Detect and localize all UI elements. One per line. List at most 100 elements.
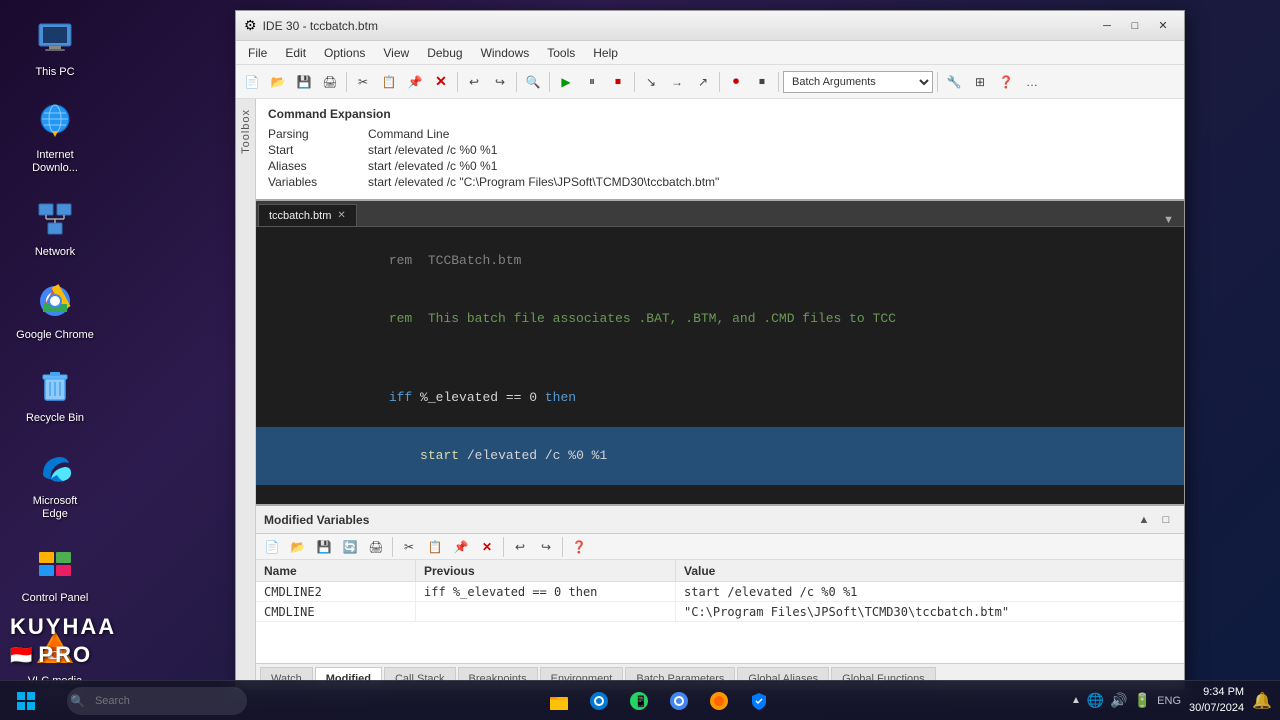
tb-settings[interactable]: 🔧 (942, 70, 966, 94)
bp-tb-save[interactable]: 💾 (312, 535, 336, 559)
code-line: rem This batch file associates .BAT, .BT… (256, 290, 1184, 349)
tray-battery[interactable]: 🔋 (1134, 692, 1151, 709)
tray-notifications[interactable]: 🔔 (1252, 691, 1272, 711)
bp-tb-redo[interactable]: ↪ (534, 535, 558, 559)
batch-args-dropdown[interactable]: Batch Arguments (783, 71, 933, 93)
tb-stop[interactable]: ⏹ (750, 70, 774, 94)
tb-find[interactable]: 🔍 (521, 70, 545, 94)
code-line: iff %_elevated == 0 then (256, 368, 1184, 427)
bp-tb-paste[interactable]: 📌 (449, 535, 473, 559)
tb-copy[interactable]: 📋 (377, 70, 401, 94)
network-icon (31, 194, 79, 242)
editor-tab-tccbatch[interactable]: tccbatch.btm ✕ (258, 204, 357, 226)
bp-pin[interactable]: ▲ (1134, 511, 1154, 529)
bp-sep3 (562, 537, 563, 557)
bottom-panel-title: Modified Variables (264, 513, 369, 527)
toolbox-label: Toolbox (240, 109, 252, 154)
taskbar-chrome[interactable] (661, 683, 697, 719)
row1-value: start /elevated /c %0 %1 (676, 582, 1184, 601)
kuyhaa-line2: PRO (38, 641, 92, 670)
desktop-icon-internet-download[interactable]: InternetDownlo... (10, 93, 100, 179)
tb-stop-run[interactable]: ⏹ (606, 70, 630, 94)
minimize-button[interactable]: ─ (1094, 16, 1120, 36)
menu-file[interactable]: File (240, 44, 275, 62)
cmd-row-aliases: Aliases start /elevated /c %0 %1 (268, 159, 1172, 173)
bp-tb-copy[interactable]: 📋 (423, 535, 447, 559)
menu-tools[interactable]: Tools (539, 44, 583, 62)
bp-tb-help[interactable]: ❓ (567, 535, 591, 559)
menu-view[interactable]: View (375, 44, 417, 62)
tb-step-out[interactable]: ↗ (691, 70, 715, 94)
desktop-icon-network[interactable]: Network (10, 190, 100, 263)
taskbar-firefox[interactable] (701, 683, 737, 719)
tb-layout[interactable]: ⊞ (968, 70, 992, 94)
code-content[interactable]: rem TCCBatch.btm rem This batch file ass… (256, 227, 1184, 504)
tray-lang[interactable]: ENG (1157, 695, 1181, 707)
tb-step-into[interactable]: ↘ (639, 70, 663, 94)
menu-help[interactable]: Help (585, 44, 626, 62)
desktop-icon-recycle-bin[interactable]: Recycle Bin (10, 356, 100, 429)
tray-volume[interactable]: 🔊 (1110, 692, 1127, 709)
menu-windows[interactable]: Windows (473, 44, 538, 62)
tb-record[interactable]: ⏺ (724, 70, 748, 94)
tb-run[interactable]: ▶ (554, 70, 578, 94)
bp-float[interactable]: □ (1156, 511, 1176, 529)
tb-pause[interactable]: ⏸ (580, 70, 604, 94)
taskbar-shield[interactable] (741, 683, 777, 719)
desktop-icon-this-pc[interactable]: This PC (10, 10, 100, 83)
ide-window: ⚙ IDE 30 - tccbatch.btm ─ □ ✕ File Edit … (235, 10, 1185, 690)
bottom-panel: Modified Variables ▲ □ 📄 📂 💾 🔄 🖨 (256, 504, 1184, 689)
taskbar-file-explorer[interactable] (541, 683, 577, 719)
tb-paste[interactable]: 📌 (403, 70, 427, 94)
close-button[interactable]: ✕ (1150, 16, 1176, 36)
tb-sep4 (549, 72, 550, 92)
tb-extra[interactable]: … (1020, 70, 1044, 94)
taskbar-browser[interactable] (581, 683, 617, 719)
col-name: Name (256, 560, 416, 581)
tab-close-icon[interactable]: ✕ (337, 210, 345, 221)
bp-tb-refresh[interactable]: 🔄 (338, 535, 362, 559)
bp-tb-print[interactable]: 🖨 (364, 535, 388, 559)
code-editor: tccbatch.btm ✕ ▼ rem TCCBatch.btm (256, 201, 1184, 504)
start-button[interactable] (8, 683, 44, 719)
cmd-aliases-value: start /elevated /c %0 %1 (368, 159, 497, 173)
clock[interactable]: 9:34 PM 30/07/2024 (1189, 685, 1244, 716)
bp-tb-undo[interactable]: ↩ (508, 535, 532, 559)
bp-tb-cut[interactable]: ✂ (397, 535, 421, 559)
bp-tb-new[interactable]: 📄 (260, 535, 284, 559)
tb-help[interactable]: ❓ (994, 70, 1018, 94)
search-input[interactable] (67, 687, 247, 715)
tray-network[interactable]: 🌐 (1087, 692, 1104, 709)
bp-tb-open[interactable]: 📂 (286, 535, 310, 559)
tb-sep1 (346, 72, 347, 92)
desktop-icon-control-panel[interactable]: Control Panel (10, 536, 100, 609)
tb-save[interactable]: 💾 (292, 70, 316, 94)
taskbar-center: 📱 (541, 683, 777, 719)
menu-options[interactable]: Options (316, 44, 373, 62)
tb-cut[interactable]: ✂ (351, 70, 375, 94)
tb-new[interactable]: 📄 (240, 70, 264, 94)
desktop-icon-google-chrome[interactable]: Google Chrome (10, 273, 100, 346)
tb-open[interactable]: 📂 (266, 70, 290, 94)
tab-chevron-icon[interactable]: ▼ (1163, 214, 1182, 226)
window-title: IDE 30 - tccbatch.btm (263, 19, 378, 33)
bp-tb-delete[interactable]: ✕ (475, 535, 499, 559)
menu-edit[interactable]: Edit (277, 44, 314, 62)
taskbar-phone[interactable]: 📱 (621, 683, 657, 719)
tb-sep7 (778, 72, 779, 92)
maximize-button[interactable]: □ (1122, 16, 1148, 36)
tb-step-over[interactable]: → (665, 70, 689, 94)
desktop-icon-list: This PC InternetDownlo... (0, 0, 110, 715)
recycle-bin-label: Recycle Bin (26, 412, 84, 425)
tb-sep3 (516, 72, 517, 92)
code-line: quit (256, 485, 1184, 504)
col-value: Value (676, 560, 1184, 581)
menu-debug[interactable]: Debug (419, 44, 470, 62)
tb-redo[interactable]: ↪ (488, 70, 512, 94)
tb-print[interactable]: 🖨 (318, 70, 342, 94)
tb-delete[interactable]: ✕ (429, 70, 453, 94)
tb-undo[interactable]: ↩ (462, 70, 486, 94)
desktop-icon-microsoft-edge[interactable]: MicrosoftEdge (10, 439, 100, 525)
internet-download-icon (31, 97, 79, 145)
tray-chevron[interactable]: ▲ (1071, 695, 1081, 706)
